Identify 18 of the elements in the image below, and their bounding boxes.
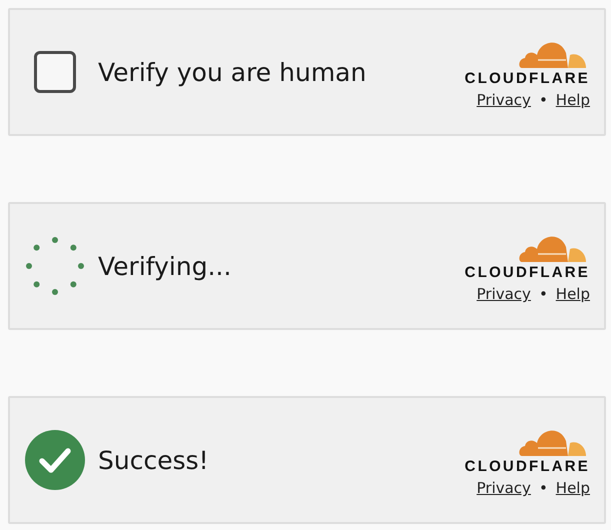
privacy-link[interactable]: Privacy xyxy=(476,91,531,109)
spinner-icon xyxy=(24,235,86,297)
help-link[interactable]: Help xyxy=(556,479,590,497)
brand-logo-text: CLOUDFLARE xyxy=(464,70,590,87)
separator-dot: • xyxy=(538,479,548,497)
status-text: Verifying... xyxy=(98,252,232,280)
checkbox[interactable] xyxy=(34,51,76,93)
separator-dot: • xyxy=(538,91,548,109)
status-text: Verify you are human xyxy=(98,58,366,86)
checkmark-icon xyxy=(25,430,85,490)
separator-dot: • xyxy=(538,285,548,303)
privacy-link[interactable]: Privacy xyxy=(476,285,531,303)
privacy-link[interactable]: Privacy xyxy=(476,479,531,497)
status-text: Success! xyxy=(98,446,209,474)
help-link[interactable]: Help xyxy=(556,91,590,109)
help-link[interactable]: Help xyxy=(556,285,590,303)
brand-logo-text: CLOUDFLARE xyxy=(464,458,590,475)
brand-logo-text: CLOUDFLARE xyxy=(464,264,590,281)
